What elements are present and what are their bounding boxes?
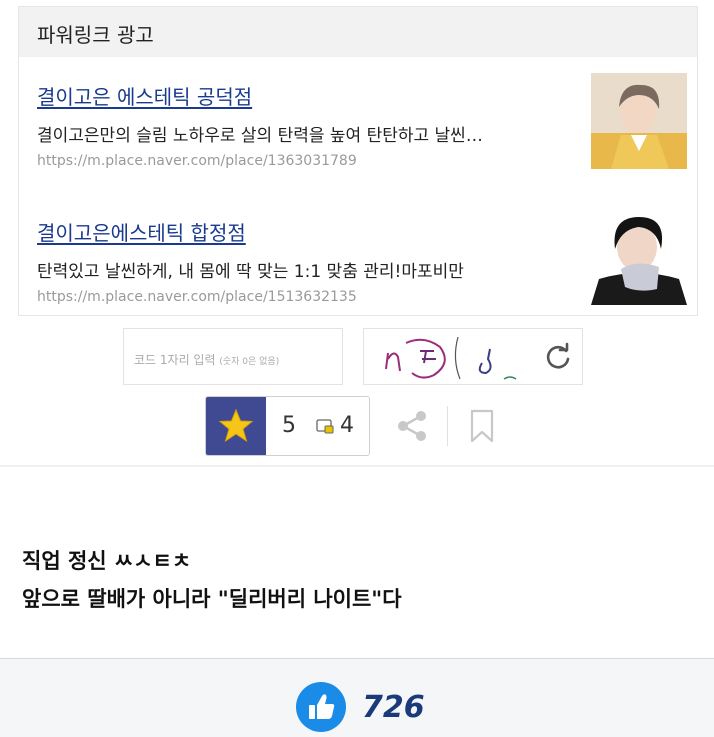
footer-bar (0, 658, 714, 737)
captcha-image (363, 328, 583, 385)
recommend-button[interactable] (206, 397, 266, 455)
vote-box: 5 4 (205, 396, 370, 456)
captcha-placeholder: 코드 1자리 입력 (134, 353, 216, 367)
comment-icon (316, 419, 334, 434)
comment-count: 4 (340, 413, 354, 438)
vote-count: 5 (282, 413, 296, 438)
ad-url[interactable]: https://m.place.naver.com/place/15136321… (37, 289, 357, 305)
ad-item[interactable]: 결이고은에스테틱 합정점 탄력있고 날씬하게, 내 몸에 딱 맞는 1:1 맞춤… (19, 195, 699, 321)
refresh-icon[interactable] (542, 341, 574, 373)
ad-thumbnail-image[interactable] (591, 73, 687, 169)
powerlink-ad-box: 파워링크 광고 결이고은 에스테틱 공덕점 결이고은만의 슬림 노하우로 살의 … (18, 6, 698, 316)
star-icon (218, 408, 254, 443)
like-count: 726 (362, 690, 425, 725)
ad-title-link[interactable]: 결이고은에스테틱 합정점 (37, 217, 246, 246)
ad-title-link[interactable]: 결이고은 에스테틱 공덕점 (37, 81, 252, 110)
post-text-line: 앞으로 딸배가 아니라 "딜리버리 나이트"다 (22, 587, 402, 611)
ad-description: 탄력있고 날씬하게, 내 몸에 딱 맞는 1:1 맞춤 관리!마포비만 (37, 262, 464, 282)
ad-url[interactable]: https://m.place.naver.com/place/13630317… (37, 153, 357, 169)
captcha-note: (숫자 0은 없음) (219, 357, 280, 367)
like-button[interactable] (296, 682, 346, 732)
section-divider (0, 465, 714, 467)
ad-item[interactable]: 결이고은 에스테틱 공덕점 결이고은만의 슬림 노하우로 살의 탄력을 높여 탄… (19, 59, 699, 185)
action-divider (447, 406, 448, 446)
ad-header: 파워링크 광고 (19, 7, 697, 57)
captcha-scribble (385, 336, 517, 380)
share-icon[interactable] (395, 408, 429, 444)
captcha-input[interactable]: 코드 1자리 입력 (숫자 0은 없음) (123, 328, 343, 385)
ad-thumbnail-image[interactable] (591, 209, 687, 305)
ad-description: 결이고은만의 슬림 노하우로 살의 탄력을 높여 탄탄하고 날씬… (37, 126, 483, 146)
bookmark-icon[interactable] (468, 408, 496, 444)
thumbs-up-icon (309, 694, 335, 719)
post-text-line: 직업 정신 ㅆㅅㅌㅊ (22, 549, 192, 573)
